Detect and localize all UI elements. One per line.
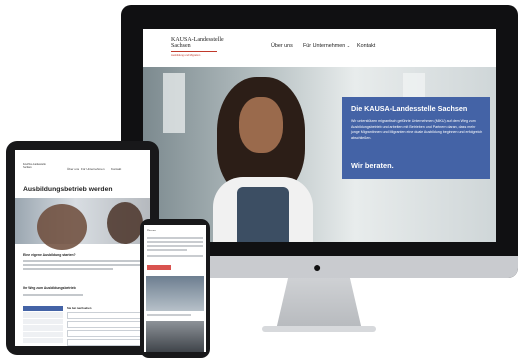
phone-device: Über uns: [140, 219, 210, 358]
text-line: [147, 241, 203, 243]
phone-heading: Über uns: [147, 229, 156, 232]
tablet-nav-fuer-unternehmen[interactable]: Für Unternehmen: [81, 167, 105, 171]
form-field[interactable]: [67, 312, 145, 319]
text-line: [147, 245, 203, 247]
sidebar-item[interactable]: [23, 312, 63, 318]
sidebar-item[interactable]: [23, 318, 63, 325]
nav-kontakt[interactable]: Kontakt: [357, 43, 375, 49]
text-line: [147, 255, 203, 257]
chevron-down-icon: ⌄: [346, 43, 351, 48]
form-field[interactable]: [67, 339, 145, 346]
form-field[interactable]: [67, 330, 145, 337]
hero-card-cta[interactable]: Wir beraten.: [351, 161, 394, 170]
tablet-device: KAUSA-Landesstelle Sachsen Über uns Für …: [6, 141, 159, 355]
phone-image: [146, 276, 204, 311]
tablet-section-heading-2: Ihr Weg zum Ausbildungsbetrieb: [23, 286, 76, 290]
monitor-stand: [276, 278, 362, 330]
photo-person: [37, 204, 87, 250]
site-header: KAUSA-Landesstelle Sachsen Ausbildung un…: [143, 29, 496, 65]
text-line: [147, 237, 203, 239]
hero-image: Die KAUSA-Landesstelle Sachsen Wir unter…: [143, 67, 496, 242]
sidebar-item[interactable]: [23, 325, 63, 331]
hero-person: [207, 77, 317, 242]
hero-card-text: Wir unterstützen migrantisch geführte Un…: [351, 119, 483, 140]
tablet-nav-kontakt[interactable]: Kontakt: [111, 167, 121, 171]
apple-logo-icon: ●: [313, 259, 322, 275]
sidebar-item[interactable]: [23, 306, 63, 312]
tablet-nav-ueber-uns[interactable]: Über uns: [67, 167, 79, 171]
text-line: [23, 264, 141, 266]
text-line: [23, 294, 83, 296]
site-logo[interactable]: KAUSA-Landesstelle Sachsen Ausbildung un…: [171, 37, 224, 59]
nav-fuer-unternehmen-label: Für Unternehmen: [303, 43, 346, 49]
tablet-form: Sie bei nachsehen: [67, 306, 145, 346]
phone-cta-button[interactable]: [147, 265, 171, 270]
person-overalls: [237, 187, 289, 242]
sidebar-item[interactable]: [23, 331, 63, 337]
logo-title-line-2: Sachsen: [171, 43, 191, 49]
nav-fuer-unternehmen[interactable]: Für Unternehmen ⌄: [303, 43, 350, 49]
text-line: [23, 260, 141, 262]
person-face: [239, 97, 283, 153]
tablet-logo[interactable]: KAUSA-Landesstelle Sachsen: [23, 163, 46, 169]
text-line: [23, 268, 113, 270]
hero-card-heading: Die KAUSA-Landesstelle Sachsen: [351, 104, 468, 113]
tablet-sidebar: [23, 306, 63, 346]
tablet-page-title: Ausbildungsbetrieb werden: [23, 186, 113, 193]
text-line: [147, 314, 191, 316]
tablet-screen: KAUSA-Landesstelle Sachsen Über uns Für …: [15, 150, 150, 346]
logo-subtitle: Ausbildung und Migration: [171, 54, 201, 57]
text-line: [147, 249, 187, 251]
sidebar-item[interactable]: [23, 337, 63, 344]
tablet-logo-line-2: Sachsen: [23, 166, 32, 169]
form-heading: Sie bei nachsehen: [67, 306, 92, 310]
photo-person: [107, 202, 143, 244]
tablet-hero-photo: [15, 198, 150, 250]
desktop-screen: KAUSA-Landesstelle Sachsen Ausbildung un…: [143, 29, 496, 242]
phone-screen: Über uns: [144, 225, 206, 352]
background-window: [163, 73, 185, 133]
form-field[interactable]: [67, 321, 145, 328]
tablet-section-heading: Eine eigene Ausbildung starten?: [23, 253, 76, 257]
logo-divider: [171, 51, 217, 52]
phone-image: [146, 321, 204, 352]
monitor-foot: [262, 326, 376, 332]
nav-ueber-uns[interactable]: Über uns: [271, 43, 293, 49]
hero-card: Die KAUSA-Landesstelle Sachsen Wir unter…: [342, 97, 490, 179]
